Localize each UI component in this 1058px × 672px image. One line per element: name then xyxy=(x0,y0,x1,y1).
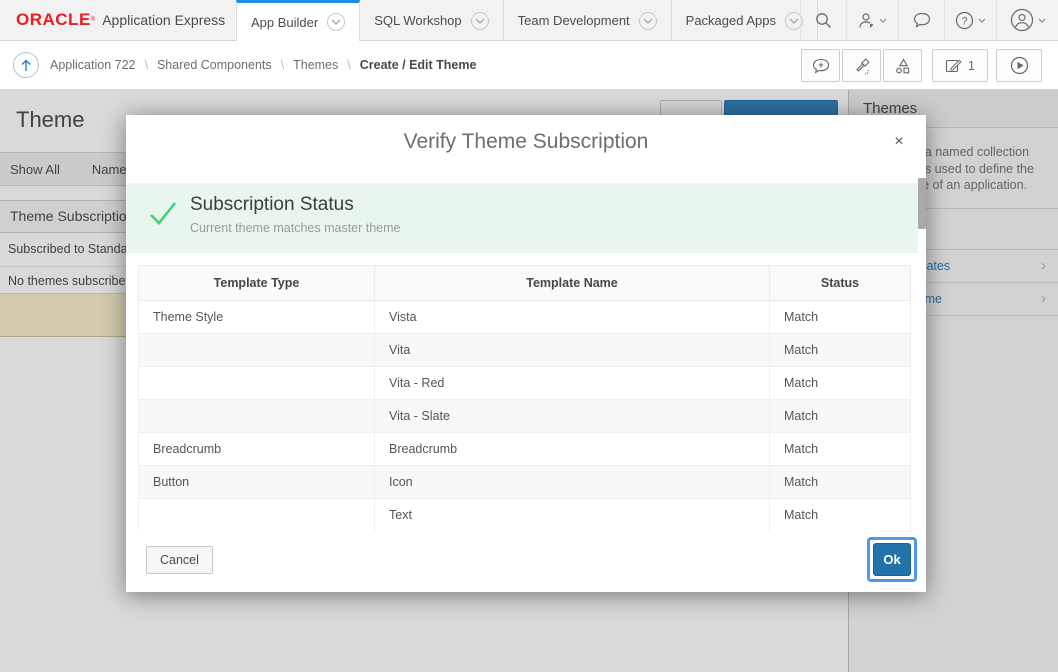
chevron-down-icon xyxy=(978,18,986,23)
ok-button-focus-ring: Ok xyxy=(867,537,917,582)
up-level-icon[interactable] xyxy=(13,52,39,78)
dialog-scrollbar-thumb[interactable] xyxy=(918,178,926,229)
cell-template-type: Button xyxy=(139,466,375,499)
oracle-brand: ORACLE xyxy=(16,10,91,30)
breadcrumb-themes[interactable]: Themes xyxy=(293,58,338,72)
cell-template-name: Icon xyxy=(375,466,770,499)
theme-roller-icon[interactable] xyxy=(842,49,881,82)
administration-icon[interactable] xyxy=(846,0,898,40)
top-navigation-bar: ORACLE® Application Express App Builder … xyxy=(0,0,1058,41)
svg-text:?: ? xyxy=(961,15,967,27)
breadcrumb-separator: \ xyxy=(281,58,284,72)
cell-status: Match xyxy=(770,334,911,367)
column-header-status: Status xyxy=(770,266,911,301)
dialog-footer: Cancel Ok xyxy=(126,531,926,592)
table-row: Text Match xyxy=(139,499,911,532)
success-banner: Subscription Status Current theme matche… xyxy=(126,183,918,253)
table-row: Button Icon Match xyxy=(139,466,911,499)
edit-page-number: 1 xyxy=(968,59,975,73)
shared-components-icon[interactable] xyxy=(883,49,922,82)
check-icon xyxy=(148,199,178,227)
tab-label: SQL Workshop xyxy=(374,13,461,28)
verify-theme-subscription-dialog: Verify Theme Subscription × Subscription… xyxy=(126,115,926,592)
cell-status: Match xyxy=(770,433,911,466)
breadcrumb-application[interactable]: Application 722 xyxy=(50,58,135,72)
cancel-button[interactable]: Cancel xyxy=(146,546,213,574)
table-row: Theme Style Vista Match xyxy=(139,301,911,334)
cell-status: Match xyxy=(770,301,911,334)
cell-template-name: Vita - Slate xyxy=(375,400,770,433)
column-header-template-type: Template Type xyxy=(139,266,375,301)
tab-label: App Builder xyxy=(251,15,318,30)
edit-page-icon[interactable]: 1 xyxy=(932,49,988,82)
user-account-icon[interactable] xyxy=(996,0,1058,40)
breadcrumb: Application 722 \ Shared Components \ Th… xyxy=(50,41,476,89)
breadcrumb-separator: \ xyxy=(144,58,147,72)
tab-label: Team Development xyxy=(518,13,630,28)
chevron-down-icon[interactable] xyxy=(639,12,657,30)
cell-template-name: Vista xyxy=(375,301,770,334)
column-header-template-name: Template Name xyxy=(375,266,770,301)
cell-template-type: Breadcrumb xyxy=(139,433,375,466)
cell-status: Match xyxy=(770,367,911,400)
cell-template-type xyxy=(139,334,375,367)
tab-team-development[interactable]: Team Development xyxy=(504,0,672,41)
registered-mark: ® xyxy=(91,13,95,27)
main-nav-tabs: App Builder SQL Workshop Team Developmen… xyxy=(236,0,818,41)
cell-status: Match xyxy=(770,499,911,532)
cell-template-name: Vita - Red xyxy=(375,367,770,400)
chevron-down-icon[interactable] xyxy=(327,13,345,31)
table-header-row: Template Type Template Name Status xyxy=(139,266,911,301)
chevron-down-icon xyxy=(1038,18,1046,23)
tab-app-builder[interactable]: App Builder xyxy=(236,0,360,41)
chevron-down-icon xyxy=(879,18,887,23)
table-row: Vita Match xyxy=(139,334,911,367)
search-icon[interactable] xyxy=(800,0,846,40)
breadcrumb-shared-components[interactable]: Shared Components xyxy=(157,58,272,72)
product-name: Application Express xyxy=(102,12,225,28)
cell-status: Match xyxy=(770,466,911,499)
cell-template-type xyxy=(139,367,375,400)
tab-label: Packaged Apps xyxy=(686,13,776,28)
cell-template-name: Text xyxy=(375,499,770,532)
cell-status: Match xyxy=(770,400,911,433)
add-feedback-icon[interactable] xyxy=(801,49,840,82)
status-heading: Subscription Status xyxy=(190,194,354,216)
feedback-icon[interactable] xyxy=(898,0,944,40)
cell-template-type: Theme Style xyxy=(139,301,375,334)
apex-application: ORACLE® Application Express App Builder … xyxy=(0,0,1058,672)
cell-template-type xyxy=(139,400,375,433)
breadcrumb-current-page: Create / Edit Theme xyxy=(360,58,477,72)
dialog-body: Subscription Status Current theme matche… xyxy=(126,169,926,531)
table-row: Vita - Slate Match xyxy=(139,400,911,433)
dialog-title: Verify Theme Subscription xyxy=(126,115,926,169)
cell-template-name: Vita xyxy=(375,334,770,367)
page-toolbar: 1 xyxy=(799,49,1042,82)
utility-icons: ? xyxy=(800,0,1058,40)
oracle-logo: ORACLE® Application Express xyxy=(16,0,225,40)
template-verification-table: Template Type Template Name Status Theme… xyxy=(138,265,911,531)
run-app-icon[interactable] xyxy=(996,49,1042,82)
cell-template-name: Breadcrumb xyxy=(375,433,770,466)
help-icon[interactable]: ? xyxy=(944,0,996,40)
status-detail: Current theme matches master theme xyxy=(190,221,401,235)
tab-packaged-apps[interactable]: Packaged Apps xyxy=(672,0,818,41)
ok-button[interactable]: Ok xyxy=(873,543,911,576)
cell-template-type xyxy=(139,499,375,532)
table-row: Vita - Red Match xyxy=(139,367,911,400)
breadcrumb-separator: \ xyxy=(347,58,350,72)
tab-sql-workshop[interactable]: SQL Workshop xyxy=(360,0,503,41)
breadcrumb-bar: Application 722 \ Shared Components \ Th… xyxy=(0,41,1058,90)
table-row: Breadcrumb Breadcrumb Match xyxy=(139,433,911,466)
close-icon[interactable]: × xyxy=(887,130,911,154)
chevron-down-icon[interactable] xyxy=(471,12,489,30)
